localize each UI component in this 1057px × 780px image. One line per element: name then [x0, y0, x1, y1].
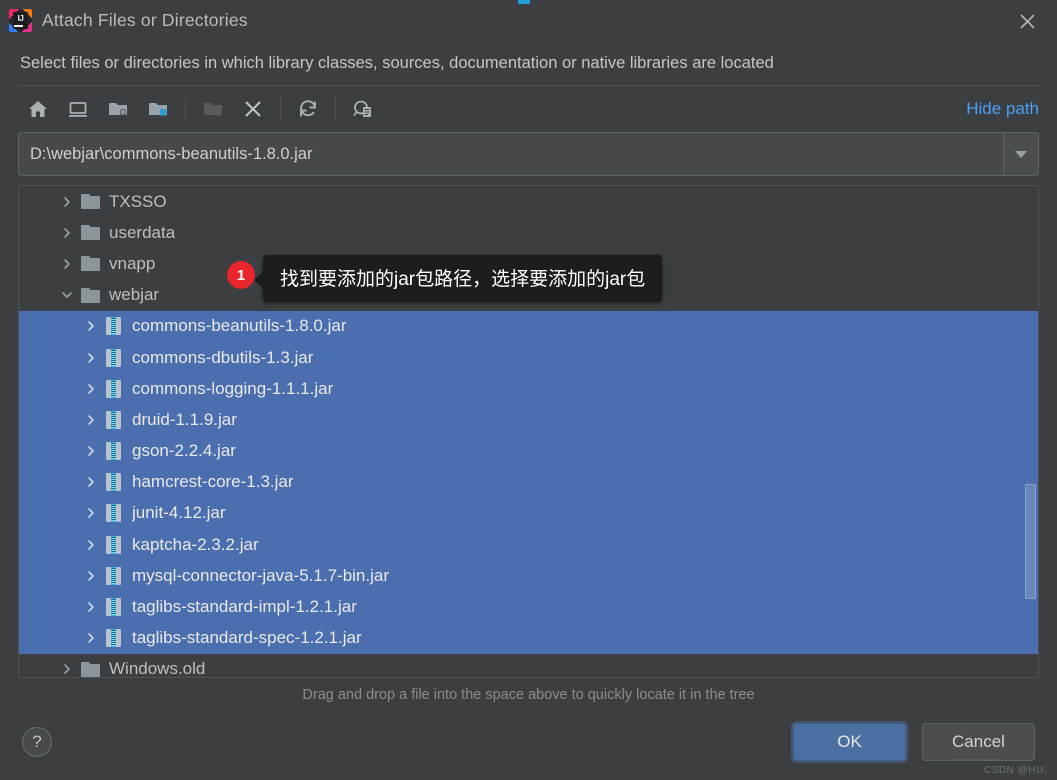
intellij-idea-icon: IJ — [9, 9, 32, 32]
file-chooser-toolbar: Hide path — [18, 85, 1039, 132]
jar-icon — [106, 629, 121, 648]
tree-row[interactable]: taglibs-standard-impl-1.2.1.jar — [19, 591, 1038, 623]
toolbar-separator — [335, 98, 336, 120]
tree-row[interactable]: gson-2.2.4.jar — [19, 435, 1038, 467]
window-top-accent — [518, 0, 530, 4]
chevron-right-icon[interactable] — [81, 632, 101, 644]
tree-row-label: hamcrest-core-1.3.jar — [132, 472, 294, 492]
module-folder-icon[interactable] — [138, 90, 178, 128]
tree-row[interactable]: druid-1.1.9.jar — [19, 404, 1038, 436]
tree-row[interactable]: commons-logging-1.1.1.jar — [19, 373, 1038, 405]
tree-row-label: druid-1.1.9.jar — [132, 409, 237, 429]
drag-drop-hint: Drag and drop a file into the space abov… — [302, 687, 755, 703]
annotation-badge: 1 — [227, 261, 255, 289]
tree-row[interactable]: taglibs-standard-spec-1.2.1.jar — [19, 622, 1038, 654]
tree-row[interactable]: junit-4.12.jar — [19, 497, 1038, 530]
tree-row-label: TXSSO — [109, 191, 167, 211]
refresh-icon[interactable] — [288, 90, 328, 128]
tree-row-label: taglibs-standard-impl-1.2.1.jar — [132, 597, 357, 617]
tree-row-label: gson-2.2.4.jar — [132, 441, 236, 461]
chevron-right-icon[interactable] — [57, 258, 77, 270]
chevron-right-icon[interactable] — [81, 320, 101, 332]
jar-icon — [106, 442, 121, 461]
dialog-footer: ? OK Cancel CSDN @HU; — [0, 712, 1057, 780]
title-bar: IJ Attach Files or Directories — [0, 0, 1057, 41]
ok-button[interactable]: OK — [793, 723, 906, 761]
jar-icon — [106, 379, 121, 398]
tree-row[interactable]: commons-beanutils-1.8.0.jar — [19, 310, 1038, 342]
tree-row-label: commons-beanutils-1.8.0.jar — [132, 316, 347, 336]
attach-files-dialog: IJ Attach Files or Directories Select fi… — [0, 0, 1057, 780]
jar-icon — [106, 473, 121, 492]
jar-icon — [106, 348, 121, 367]
chevron-right-icon[interactable] — [81, 445, 101, 457]
annotation-callout: 找到要添加的jar包路径，选择要添加的jar包 — [253, 255, 663, 302]
watermark-line — [953, 759, 1001, 760]
chevron-right-icon[interactable] — [81, 539, 101, 551]
chevron-right-icon[interactable] — [81, 601, 101, 613]
folder-icon — [81, 661, 100, 677]
watermark: CSDN @HU; — [984, 765, 1047, 776]
folder-icon — [81, 256, 100, 272]
tree-row[interactable]: mysql-connector-java-5.1.7-bin.jar — [19, 560, 1038, 592]
tree-row[interactable]: kaptcha-2.3.2.jar — [19, 529, 1038, 561]
tree-row-label: commons-dbutils-1.3.jar — [132, 347, 314, 367]
path-history-dropdown-button[interactable] — [1003, 132, 1039, 176]
jar-icon — [106, 504, 121, 523]
chevron-right-icon[interactable] — [81, 383, 101, 395]
dialog-description: Select files or directories in which lib… — [20, 53, 774, 72]
path-field-row: D:\webjar\commons-beanutils-1.8.0.jar — [18, 132, 1039, 176]
chevron-right-icon[interactable] — [81, 414, 101, 426]
toolbar-separator — [185, 98, 186, 120]
tree-row[interactable]: commons-dbutils-1.3.jar — [19, 341, 1038, 374]
hide-path-link[interactable]: Hide path — [966, 99, 1039, 119]
folder-icon — [81, 225, 100, 241]
show-hidden-files-icon[interactable] — [343, 90, 383, 128]
chevron-right-icon[interactable] — [81, 476, 101, 488]
tree-row[interactable]: Windows.old — [19, 654, 1038, 677]
jar-icon — [106, 566, 121, 585]
desktop-icon[interactable] — [58, 90, 98, 128]
jar-icon — [106, 410, 121, 429]
chevron-down-icon — [1015, 150, 1027, 158]
folder-icon — [81, 287, 100, 303]
tree-row-label: vnapp — [109, 253, 156, 273]
help-button[interactable]: ? — [22, 727, 52, 757]
new-folder-icon — [193, 90, 233, 128]
tree-row-label: kaptcha-2.3.2.jar — [132, 534, 259, 554]
chevron-right-icon[interactable] — [57, 196, 77, 208]
tree-row-label: Windows.old — [109, 659, 206, 677]
tree-row[interactable]: userdata — [19, 217, 1038, 248]
close-icon[interactable] — [1013, 7, 1041, 35]
chevron-right-icon[interactable] — [81, 570, 101, 582]
jar-icon — [106, 317, 121, 336]
jar-icon — [106, 598, 121, 617]
delete-icon[interactable] — [233, 90, 273, 128]
chevron-right-icon[interactable] — [81, 352, 101, 364]
chevron-right-icon[interactable] — [57, 663, 77, 675]
home-icon[interactable] — [18, 90, 58, 128]
cancel-button[interactable]: Cancel — [922, 723, 1035, 761]
tree-row-label: commons-logging-1.1.1.jar — [132, 378, 334, 398]
tree-row[interactable]: TXSSO — [19, 186, 1038, 217]
path-input[interactable]: D:\webjar\commons-beanutils-1.8.0.jar — [18, 132, 1003, 176]
tree-row-label: taglibs-standard-spec-1.2.1.jar — [132, 628, 362, 648]
tree-row[interactable]: hamcrest-core-1.3.jar — [19, 466, 1038, 498]
tree-scrollbar-thumb[interactable] — [1025, 484, 1036, 599]
tree-row-label: mysql-connector-java-5.1.7-bin.jar — [132, 565, 389, 585]
tree-row-label: webjar — [109, 285, 160, 305]
tree-row-label: junit-4.12.jar — [132, 503, 226, 523]
chevron-down-icon[interactable] — [57, 289, 77, 301]
toolbar-separator — [280, 98, 281, 120]
page-title: Attach Files or Directories — [42, 10, 248, 30]
jar-icon — [106, 535, 121, 554]
project-folder-icon[interactable] — [98, 90, 138, 128]
chevron-right-icon[interactable] — [57, 227, 77, 239]
chevron-right-icon[interactable] — [81, 507, 101, 519]
tree-row-label: userdata — [109, 222, 176, 242]
folder-icon — [81, 194, 100, 210]
